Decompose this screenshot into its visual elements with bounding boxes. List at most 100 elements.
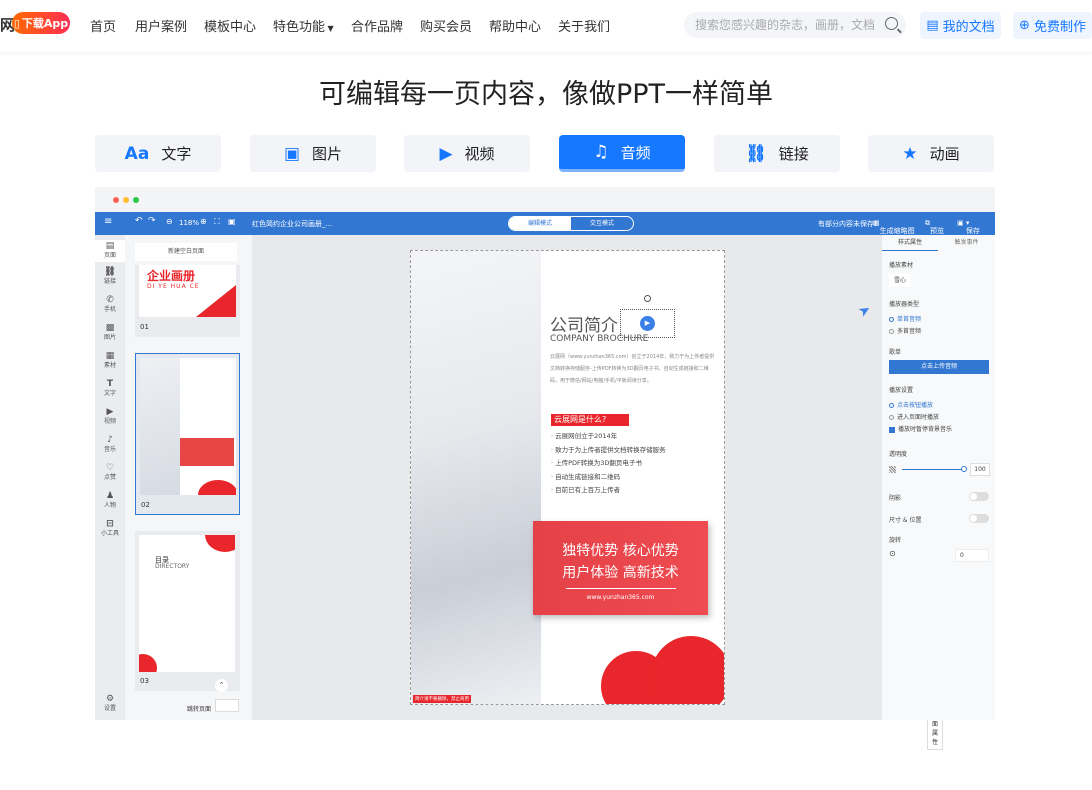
my-docs-button[interactable]: ▤ 我的文档 [920, 12, 1001, 39]
page-title[interactable]: 公司简介 [550, 311, 618, 336]
zoom-out-icon[interactable]: ⊖ [166, 217, 173, 226]
cursor-pointer-icon: ➤ [855, 301, 874, 321]
rail-like[interactable]: ♡ 点赞 [95, 464, 125, 482]
editor-toolbar: ≡ ↶ ↷ ⊖ 118% ⊕ ⛶ ▣ 红色简约企业公司画册_... 编辑模式 交… [95, 212, 995, 235]
toolbox-icon: ⊟ [106, 519, 114, 529]
free-make-button[interactable]: ⊕ 免费制作 [1013, 12, 1092, 39]
tab-events[interactable]: 触发事件 [938, 235, 995, 251]
shadow-toggle[interactable] [969, 492, 989, 501]
rail-tools[interactable]: ⊟ 小工具 [95, 520, 125, 538]
page-headline: 可编辑每一页内容，像做PPT一样简单 [318, 79, 774, 110]
zoom-in-icon[interactable]: ⊕ [200, 217, 207, 226]
music-icon: ♪ [107, 435, 113, 445]
nav-cases[interactable]: 用户案例 [135, 16, 187, 35]
doc-title[interactable]: 红色简约企业公司画册_... [252, 219, 332, 229]
material-value[interactable]: 雪心 [889, 274, 911, 287]
rotate-handle[interactable] [644, 295, 651, 302]
gear-icon: ⚙ [105, 694, 115, 704]
fullscreen-icon[interactable]: ⛶ [214, 217, 220, 227]
red-circle-decoration [651, 636, 724, 704]
rail-material[interactable]: ▦ 素材 [95, 352, 125, 370]
grid-icon: ▦ [105, 351, 115, 361]
star-icon: ★ [902, 143, 918, 164]
nav-templates[interactable]: 模板中心 [204, 16, 256, 35]
rail-music[interactable]: ♪ 音乐 [95, 436, 125, 454]
heart-icon: ♡ [105, 463, 115, 473]
jump-page-input[interactable] [215, 699, 239, 712]
opacity-slider-handle[interactable] [961, 466, 967, 472]
promo-banner[interactable]: 独特优势 核心优势 用户体验 高新技术 www.yunzhan365.com [533, 521, 708, 615]
rotate-input[interactable]: 0 [955, 549, 989, 562]
search-input[interactable]: 搜索您感兴趣的杂志，画册，文档 [684, 12, 906, 38]
rail-link[interactable]: ⛓ 链接 [95, 268, 125, 286]
rail-text[interactable]: T 文字 [95, 380, 125, 398]
radio-multi[interactable]: 多首音频 [889, 326, 921, 335]
opacity-input[interactable]: 100 [970, 463, 990, 476]
radio-single[interactable]: 单首音频 [889, 314, 921, 323]
browser-bar [95, 187, 995, 212]
thumbnail-button[interactable]: ▦ 生成缩略图 [873, 219, 915, 235]
caret-down-icon: ▼ [325, 24, 334, 33]
preview-button[interactable]: ⧉ 预览 [925, 219, 944, 235]
rail-video[interactable]: ▶ 视频 [95, 408, 125, 426]
rail-pages[interactable]: ▤ 页面 [95, 240, 125, 262]
top-header: 网 ▯ 下载App 首页 用户案例 模板中心 特色功能 ▼ 合作品牌 购买会员 帮… [0, 0, 1092, 52]
audio-selection-box[interactable]: ▶ [620, 295, 675, 338]
new-page-button[interactable]: 新建空白页面 [135, 243, 237, 261]
upload-audio-button[interactable]: 点击上传音频 [889, 360, 989, 374]
rail-settings[interactable]: ⚙ 设置 [95, 695, 125, 713]
thumbnail-page-3[interactable]: 目录 DIRECTORY 03 [135, 531, 240, 691]
minimize-dot [123, 197, 129, 203]
save-status: 有部分内容未保存! [818, 220, 877, 228]
tab-image[interactable]: ▣ 图片 [250, 135, 376, 172]
fit-icon[interactable]: ▣ [228, 217, 236, 226]
close-dot [113, 197, 119, 203]
mode-switch[interactable]: 编辑模式 交互模式 [508, 216, 634, 231]
jump-label: 跳转页面 [187, 706, 212, 713]
tool-rail: ▤ 页面 ⛓ 链接 ✆ 手机 ▩ 图片 ▦ 素材 T 文字 ▶ 视频 ♪ 音乐 ♡ 点赞 ♟ 人物 … [95, 235, 125, 720]
tab-audio[interactable]: ♫ 音频 [559, 135, 685, 172]
tab-link[interactable]: ⛓ 链接 [714, 135, 840, 172]
page-icon: ▤ [105, 241, 115, 251]
rail-image[interactable]: ▩ 图片 [95, 324, 125, 342]
menu-icon[interactable]: ≡ [104, 216, 112, 227]
nav-membership[interactable]: 购买会员 [420, 16, 472, 35]
transparency-icon [889, 466, 896, 473]
size-position-toggle[interactable] [969, 514, 989, 523]
save-button[interactable]: ▣ 保存 ▾ [957, 219, 980, 235]
play-icon[interactable]: ▶ [640, 316, 655, 331]
nav-home[interactable]: 首页 [90, 16, 116, 35]
tab-text[interactable]: Aa 文字 [95, 135, 221, 172]
edit-mode-button[interactable]: 编辑模式 [509, 217, 571, 230]
interact-mode-button[interactable]: 交互模式 [571, 217, 633, 230]
tab-animation[interactable]: ★ 动画 [868, 135, 994, 172]
thumbnail-page-1[interactable]: 企业画册 DI YE HUA CE 01 [135, 265, 240, 337]
radio-auto-play[interactable]: 进入页面时播放 [889, 412, 939, 421]
download-app-button[interactable]: ▯ 下载App [12, 12, 70, 34]
checkbox-stop-bgm[interactable]: 播放时暂停背景音乐 [889, 424, 952, 433]
page-canvas[interactable]: 公司简介 COMPANY BROCHURE ▶ 云展网（www.yunzhan3… [410, 250, 725, 705]
scroll-up-button[interactable]: ⌃ [215, 679, 228, 692]
nav-help[interactable]: 帮助中心 [489, 16, 541, 35]
undo-icon[interactable]: ↶ [135, 216, 143, 226]
tab-video[interactable]: ▶ 视频 [404, 135, 530, 172]
person-icon: ♟ [105, 491, 115, 501]
video-icon: ▶ [439, 143, 453, 164]
rail-phone[interactable]: ✆ 手机 [95, 296, 125, 314]
tab-style[interactable]: 样式属性 [882, 235, 938, 251]
radio-click-play[interactable]: 点击按钮播放 [889, 400, 933, 409]
properties-panel: 样式属性 触发事件 播放素材 雪心 播放器类型 单首音频 多首音频 歌单 点击上… [882, 235, 995, 720]
editor-preview: ≡ ↶ ↷ ⊖ 118% ⊕ ⛶ ▣ 红色简约企业公司画册_... 编辑模式 交… [95, 187, 995, 750]
nav-features[interactable]: 特色功能 ▼ [273, 16, 334, 35]
thumbnail-page-2[interactable]: 02 [135, 353, 240, 515]
zoom-level: 118% [179, 219, 200, 227]
link-icon: ⛓ [745, 143, 767, 164]
opacity-slider[interactable] [902, 469, 964, 470]
search-icon[interactable] [885, 17, 898, 30]
nav-brands[interactable]: 合作品牌 [351, 16, 403, 35]
nav-about[interactable]: 关于我们 [558, 16, 610, 35]
page-thumbnails: 新建空白页面 企业画册 DI YE HUA CE 01 02 目录 DIRECT… [125, 235, 252, 720]
document-icon: ▤ [926, 18, 939, 33]
rail-people[interactable]: ♟ 人物 [95, 492, 125, 510]
redo-icon[interactable]: ↷ [148, 216, 156, 226]
